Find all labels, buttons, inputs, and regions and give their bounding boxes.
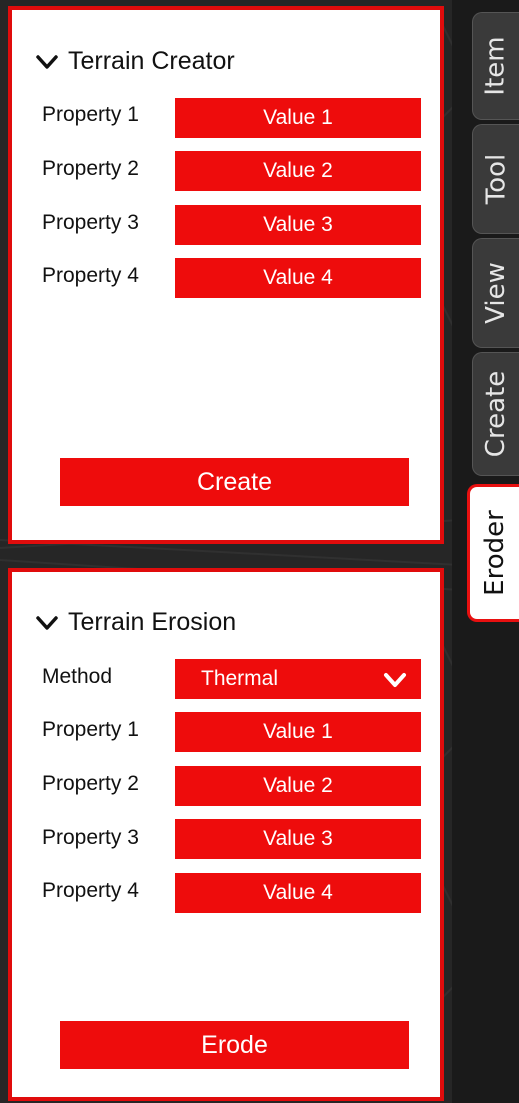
property-1-field[interactable]: Value 1 — [175, 712, 421, 752]
property-2-label: Property 2 — [42, 157, 139, 180]
terrain-erosion-header[interactable]: Terrain Erosion — [36, 608, 236, 637]
method-value: Thermal — [201, 667, 279, 690]
terrain-creator-panel: Terrain Creator Property 1 Value 1 Prope… — [8, 6, 444, 544]
tab-view-label: View — [481, 262, 512, 324]
tab-tool-label: Tool — [481, 153, 512, 205]
tab-create-label: Create — [481, 370, 511, 458]
tab-tool[interactable]: Tool — [472, 124, 519, 234]
property-3-label: Property 3 — [42, 211, 139, 234]
method-label: Method — [42, 665, 113, 688]
chevron-down-icon — [36, 615, 58, 630]
terrain-erosion-panel: Terrain Erosion Method Thermal Property … — [8, 568, 444, 1101]
property-1-field[interactable]: Value 1 — [175, 98, 421, 138]
property-1-label: Property 1 — [42, 718, 139, 741]
property-3-field[interactable]: Value 3 — [175, 819, 421, 859]
tab-item[interactable]: Item — [472, 12, 519, 120]
terrain-creator-header[interactable]: Terrain Creator — [36, 47, 235, 76]
method-dropdown[interactable]: Thermal — [175, 659, 421, 699]
property-4-field[interactable]: Value 4 — [175, 258, 421, 298]
property-4-field[interactable]: Value 4 — [175, 873, 421, 913]
tab-eroder-label: Eroder — [479, 510, 510, 596]
property-3-label: Property 3 — [42, 826, 139, 849]
property-2-field[interactable]: Value 2 — [175, 151, 421, 191]
tab-view[interactable]: View — [472, 238, 519, 348]
property-2-label: Property 2 — [42, 772, 139, 795]
property-4-label: Property 4 — [42, 879, 139, 902]
property-4-label: Property 4 — [42, 264, 139, 287]
chevron-down-icon — [384, 673, 406, 687]
erode-button[interactable]: Erode — [60, 1021, 409, 1069]
chevron-down-icon — [36, 54, 58, 69]
tab-create[interactable]: Create — [472, 352, 519, 476]
tab-item-label: Item — [481, 36, 511, 96]
panel-title: Terrain Erosion — [68, 608, 237, 636]
property-1-label: Property 1 — [42, 103, 139, 126]
property-3-field[interactable]: Value 3 — [175, 205, 421, 245]
tab-eroder[interactable]: Eroder — [467, 484, 519, 622]
create-button[interactable]: Create — [60, 458, 409, 506]
panel-title: Terrain Creator — [68, 47, 235, 75]
property-2-field[interactable]: Value 2 — [175, 766, 421, 806]
